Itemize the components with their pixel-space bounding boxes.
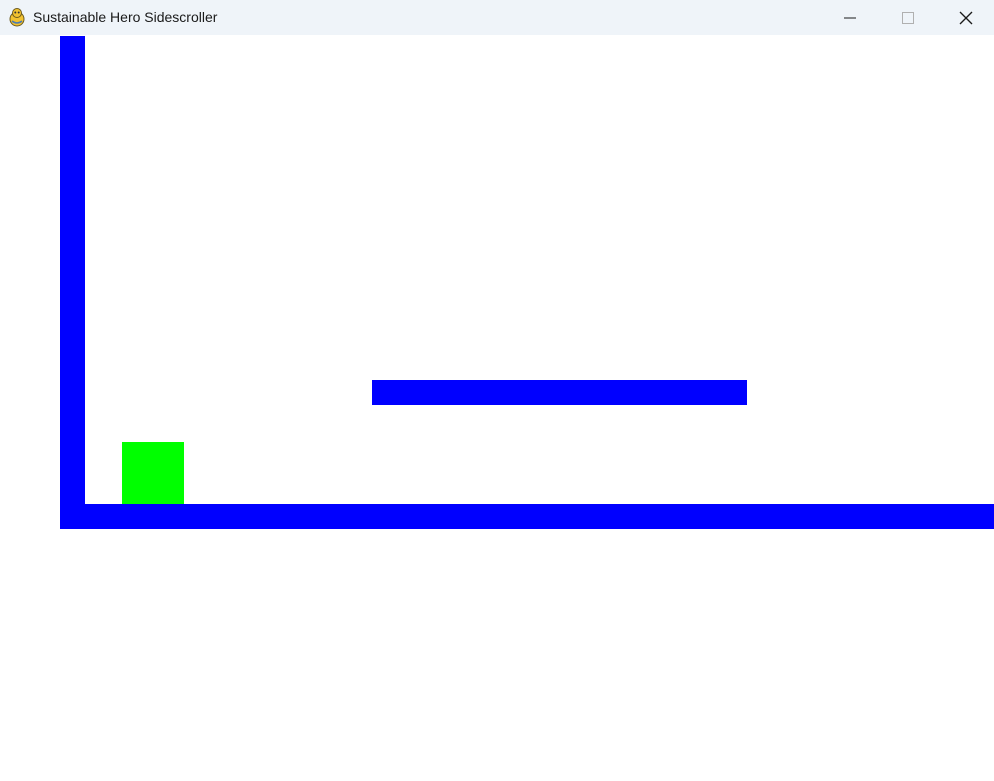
title-bar[interactable]: Sustainable Hero Sidescroller bbox=[0, 0, 994, 35]
maximize-icon bbox=[902, 11, 914, 24]
close-icon bbox=[959, 11, 973, 24]
close-button[interactable] bbox=[943, 0, 989, 35]
left-wall bbox=[60, 36, 85, 529]
player-hero bbox=[122, 442, 184, 504]
game-window: Sustainable Hero Sidescroller bbox=[0, 0, 994, 781]
minimize-button[interactable] bbox=[827, 0, 873, 35]
game-canvas[interactable] bbox=[0, 35, 994, 781]
ground-floor bbox=[60, 504, 994, 529]
window-title: Sustainable Hero Sidescroller bbox=[33, 9, 218, 25]
maximize-button[interactable] bbox=[885, 0, 931, 35]
pygame-snake-icon bbox=[9, 8, 25, 27]
minimize-icon bbox=[844, 17, 856, 18]
floating-platform bbox=[372, 380, 747, 405]
